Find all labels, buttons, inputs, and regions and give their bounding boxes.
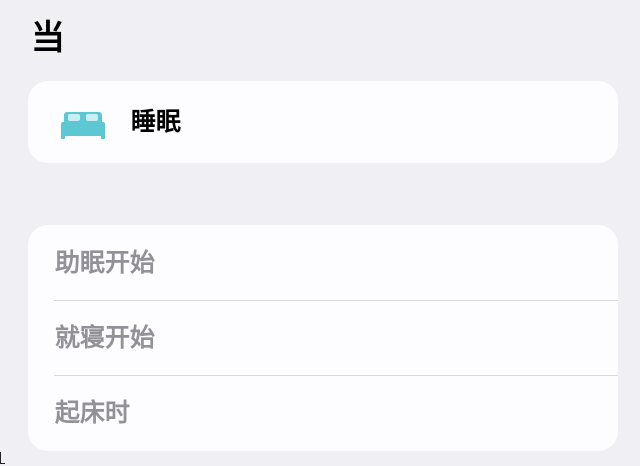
option-wake-time[interactable]: 起床时 <box>28 375 618 450</box>
corner-mark <box>0 452 5 464</box>
sleep-category-card[interactable]: 睡眠 <box>28 81 618 163</box>
option-label: 就寝开始 <box>55 322 156 352</box>
option-bedtime-start[interactable]: 就寝开始 <box>28 300 618 375</box>
page: 当 睡眠 助眠开始 就寝开始 起床时 <box>0 0 640 466</box>
sleep-label: 睡眠 <box>131 107 182 136</box>
sleep-options-list: 助眠开始 就寝开始 起床时 <box>28 225 618 451</box>
option-wind-down-start[interactable]: 助眠开始 <box>28 225 618 300</box>
option-label: 起床时 <box>55 397 131 427</box>
page-title: 当 <box>31 18 65 58</box>
bed-icon <box>59 105 107 139</box>
sleep-category-row[interactable]: 睡眠 <box>28 81 618 163</box>
option-label: 助眠开始 <box>55 247 156 277</box>
